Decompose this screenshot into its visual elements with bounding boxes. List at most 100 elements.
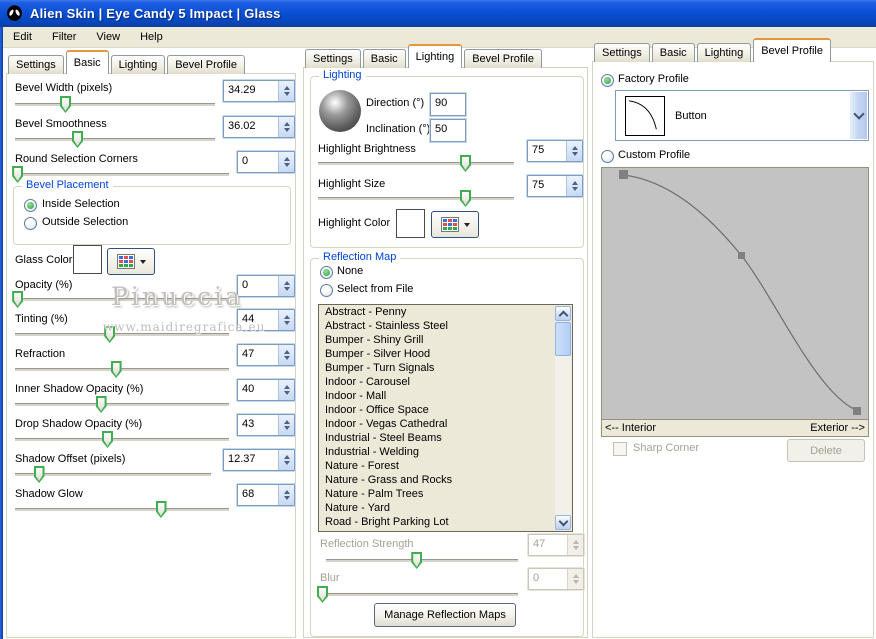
reflection-none-radio[interactable]: [320, 266, 333, 279]
list-item[interactable]: Nature - Palm Trees: [319, 487, 572, 501]
slider-thumb[interactable]: [33, 466, 45, 483]
glass-color-swatch[interactable]: [73, 245, 102, 274]
spin-buttons[interactable]: [566, 141, 582, 161]
spin-up-icon[interactable]: [283, 312, 290, 319]
list-scrollbar[interactable]: [555, 306, 571, 530]
tab-bevel-profile[interactable]: Bevel Profile: [464, 49, 542, 68]
spin-down-icon[interactable]: [283, 287, 290, 294]
spin-up-icon[interactable]: [283, 83, 290, 90]
list-item[interactable]: Nature - Yard: [319, 501, 572, 515]
reflection-file-radio[interactable]: [320, 284, 333, 297]
curve-handle[interactable]: [619, 170, 628, 179]
list-item[interactable]: Industrial - Welding: [319, 445, 572, 459]
slider-thumb[interactable]: [102, 431, 114, 448]
spin-down-icon[interactable]: [283, 461, 290, 468]
spin-up-icon[interactable]: [283, 382, 290, 389]
shadow-offset-slider[interactable]: [15, 466, 211, 483]
spin-up-icon[interactable]: [283, 347, 290, 354]
bevel-width-spinner[interactable]: 34.29: [223, 80, 295, 102]
highlight-size-spinner[interactable]: 75: [527, 175, 583, 197]
spin-buttons[interactable]: [278, 345, 294, 365]
spin-buttons[interactable]: [278, 276, 294, 296]
list-item[interactable]: Abstract - Stainless Steel: [319, 319, 572, 333]
tab-settings[interactable]: Settings: [594, 43, 650, 62]
spin-buttons[interactable]: [278, 310, 294, 330]
drop-shadow-spinner[interactable]: 43: [237, 414, 295, 436]
spin-buttons[interactable]: [278, 81, 294, 101]
menu-help[interactable]: Help: [130, 29, 173, 45]
menu-filter[interactable]: Filter: [42, 29, 86, 45]
shadow-offset-spinner[interactable]: 12.37: [223, 449, 295, 471]
spin-down-icon[interactable]: [283, 163, 290, 170]
spin-up-icon[interactable]: [283, 417, 290, 424]
highlight-size-slider[interactable]: [318, 190, 514, 207]
glass-color-palette-button[interactable]: [107, 248, 155, 275]
list-item[interactable]: Indoor - Office Space: [319, 403, 572, 417]
list-item[interactable]: Indoor - Carousel: [319, 375, 572, 389]
refraction-slider[interactable]: [15, 361, 229, 378]
slider-thumb[interactable]: [155, 501, 167, 518]
spin-up-icon[interactable]: [283, 452, 290, 459]
factory-profile-combobox[interactable]: Button: [615, 90, 869, 141]
inner-shadow-spinner[interactable]: 40: [237, 379, 295, 401]
direction-field[interactable]: 90: [430, 93, 466, 116]
spin-down-icon[interactable]: [283, 128, 290, 135]
spin-up-icon[interactable]: [571, 178, 578, 185]
tab-bevel-profile[interactable]: Bevel Profile: [167, 55, 245, 74]
inside-selection-radio[interactable]: [24, 199, 37, 212]
spin-buttons[interactable]: [278, 415, 294, 435]
factory-profile-radio[interactable]: [601, 74, 614, 87]
slider-thumb[interactable]: [110, 361, 122, 378]
round-corners-slider[interactable]: [12, 166, 229, 183]
list-item[interactable]: Abstract - Penny: [319, 305, 572, 319]
scrollbar-thumb[interactable]: [555, 322, 571, 356]
spin-up-icon[interactable]: [283, 487, 290, 494]
spin-buttons[interactable]: [278, 152, 294, 172]
spin-down-icon[interactable]: [283, 321, 290, 328]
spin-buttons[interactable]: [566, 176, 582, 196]
spin-down-icon[interactable]: [283, 356, 290, 363]
inner-shadow-slider[interactable]: [15, 396, 229, 413]
menu-view[interactable]: View: [86, 29, 130, 45]
tab-lighting[interactable]: Lighting: [407, 44, 463, 68]
spin-down-icon[interactable]: [283, 391, 290, 398]
slider-thumb[interactable]: [60, 96, 71, 113]
spin-down-icon[interactable]: [571, 187, 578, 194]
highlight-brightness-slider[interactable]: [318, 155, 514, 172]
scroll-down-button[interactable]: [555, 515, 571, 530]
list-item[interactable]: Indoor - Vegas Cathedral: [319, 417, 572, 431]
spin-up-icon[interactable]: [283, 278, 290, 285]
spin-up-icon[interactable]: [571, 143, 578, 150]
drop-shadow-slider[interactable]: [15, 431, 229, 448]
bevel-smoothness-spinner[interactable]: 36.02: [223, 116, 295, 138]
light-direction-ball[interactable]: [319, 90, 361, 132]
inclination-field[interactable]: 50: [430, 119, 466, 142]
shadow-glow-spinner[interactable]: 68: [237, 484, 295, 506]
tab-lighting[interactable]: Lighting: [696, 43, 752, 62]
list-item[interactable]: Industrial - Steel Beams: [319, 431, 572, 445]
refraction-spinner[interactable]: 47: [237, 344, 295, 366]
tab-settings[interactable]: Settings: [305, 49, 361, 68]
menu-edit[interactable]: Edit: [3, 29, 42, 45]
opacity-spinner[interactable]: 0: [237, 275, 295, 297]
round-corners-spinner[interactable]: 0: [237, 151, 295, 173]
tab-bevel-profile[interactable]: Bevel Profile: [753, 38, 831, 62]
tab-basic[interactable]: Basic: [65, 50, 109, 74]
bevel-width-slider[interactable]: [15, 96, 215, 113]
spin-buttons[interactable]: [278, 450, 294, 470]
slider-thumb[interactable]: [12, 291, 24, 308]
spin-buttons[interactable]: [278, 485, 294, 505]
list-item[interactable]: Nature - Grass and Rocks: [319, 473, 572, 487]
outside-selection-radio[interactable]: [24, 217, 37, 230]
manage-reflection-maps-button[interactable]: Manage Reflection Maps: [374, 603, 516, 627]
list-item[interactable]: Bumper - Shiny Grill: [319, 333, 572, 347]
spin-up-icon[interactable]: [283, 119, 290, 126]
curve-handle[interactable]: [853, 407, 861, 415]
tab-settings[interactable]: Settings: [8, 55, 64, 74]
scroll-up-button[interactable]: [555, 306, 571, 321]
profile-curve-editor[interactable]: <-- Interior Exterior -->: [601, 167, 869, 437]
slider-thumb[interactable]: [72, 131, 83, 148]
shadow-glow-slider[interactable]: [15, 501, 229, 518]
highlight-color-swatch[interactable]: [396, 209, 425, 238]
custom-profile-radio[interactable]: [601, 150, 614, 163]
